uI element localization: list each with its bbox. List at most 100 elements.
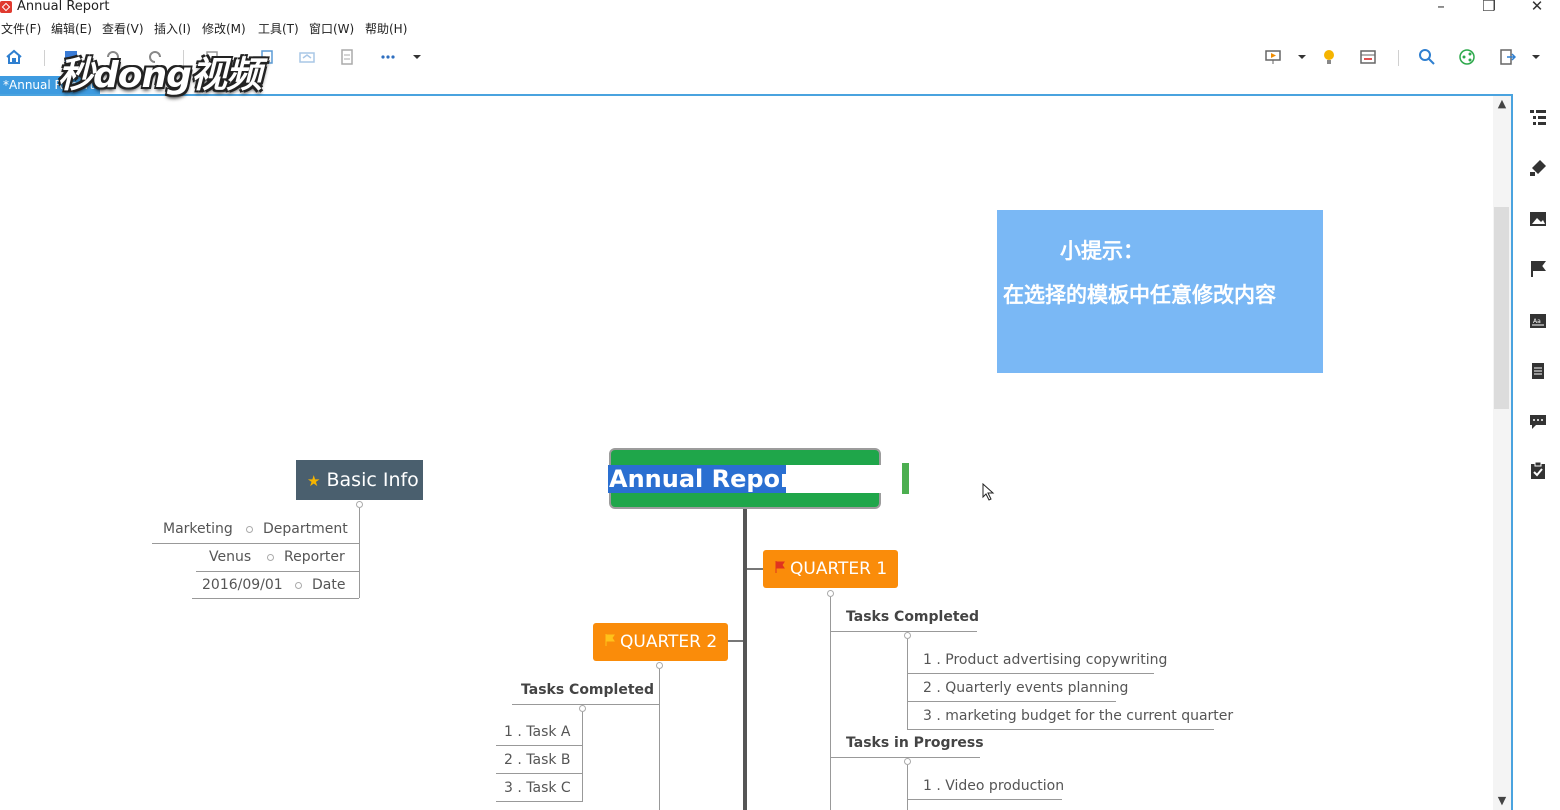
window-title: Annual Report — [17, 0, 110, 14]
quarter1-label: QUARTER 1 — [790, 559, 888, 579]
format-panel-icon[interactable] — [1528, 158, 1548, 178]
main-trunk-line — [743, 509, 747, 810]
menu-view[interactable]: 查看(V) — [102, 20, 144, 37]
scrollbar-thumb[interactable] — [1494, 207, 1509, 409]
image-panel-icon[interactable] — [1528, 209, 1548, 229]
q1-progress-heading[interactable]: Tasks in Progress — [846, 735, 984, 751]
info-underline — [196, 571, 359, 572]
menu-bar: 文件(F) 编辑(E) 查看(V) 插入(I) 修改(M) 工具(T) 窗口(W… — [0, 18, 1560, 38]
tip-body: 在选择的模板中任意修改内容 — [1003, 283, 1276, 307]
export-icon[interactable] — [1498, 48, 1516, 66]
q1-completed-heading[interactable]: Tasks Completed — [846, 609, 979, 625]
task-panel-icon[interactable] — [1528, 461, 1548, 481]
info-value-reporter: Venus — [209, 549, 252, 565]
task-underline — [907, 673, 1154, 674]
yellow-flag-icon — [605, 634, 615, 646]
q1-completed-underline — [830, 631, 977, 632]
layout-icon[interactable] — [1359, 48, 1377, 66]
connector-q1 — [747, 568, 763, 570]
toolbar-separator — [1398, 50, 1399, 66]
collapse-dot[interactable] — [827, 590, 834, 597]
q1-task-3[interactable]: 3 . marketing budget for the current qua… — [923, 708, 1233, 724]
info-dot — [267, 554, 274, 561]
quarter2-label: QUARTER 2 — [620, 632, 718, 652]
q1-progress-task-1[interactable]: 1 . Video production — [923, 778, 1064, 794]
close-button[interactable]: ✕ — [1522, 0, 1552, 16]
menu-file[interactable]: 文件(F) — [1, 20, 41, 37]
q1-task-2[interactable]: 2 . Quarterly events planning — [923, 680, 1128, 696]
marker-panel-icon[interactable] — [1528, 259, 1548, 279]
q2-completed-underline — [512, 704, 659, 705]
video-watermark: 秒dong视频 — [58, 55, 262, 96]
q2-completed-line — [582, 712, 583, 802]
notes-panel-icon[interactable] — [1528, 361, 1548, 381]
info-underline — [192, 598, 359, 599]
dropdown-icon[interactable] — [408, 48, 426, 66]
share-icon[interactable] — [298, 48, 316, 66]
presentation-icon[interactable] — [1264, 48, 1282, 66]
collapse-dot[interactable] — [656, 662, 663, 669]
vertical-scrollbar[interactable] — [1493, 96, 1511, 810]
q2-task-c[interactable]: 3 . Task C — [504, 780, 571, 796]
collapse-dot[interactable] — [904, 632, 911, 639]
q2-task-a[interactable]: 1 . Task A — [504, 724, 571, 740]
menu-tools[interactable]: 工具(T) — [258, 20, 299, 37]
toolbar-separator — [44, 50, 45, 66]
q1-task-1[interactable]: 1 . Product advertising copywriting — [923, 652, 1167, 668]
q1-progress-line — [907, 765, 908, 810]
menu-window[interactable]: 窗口(W) — [309, 20, 354, 37]
info-branch-line — [359, 508, 360, 598]
share-circle-icon[interactable] — [1458, 48, 1476, 66]
more-icon[interactable] — [379, 48, 397, 66]
q2-branch-line — [659, 669, 660, 810]
q2-task-b[interactable]: 2 . Task B — [504, 752, 571, 768]
central-topic-text[interactable]: Annual Report — [609, 465, 803, 493]
search-icon[interactable] — [1418, 48, 1436, 66]
info-label-reporter: Reporter — [284, 549, 345, 565]
q2-completed-heading[interactable]: Tasks Completed — [521, 682, 654, 698]
export-dropdown-icon[interactable] — [1527, 48, 1545, 66]
q1-branch-line — [830, 597, 831, 810]
task-underline — [496, 773, 582, 774]
info-value-date: 2016/09/01 — [202, 577, 283, 593]
app-logo-icon — [0, 1, 12, 13]
collapse-dot[interactable] — [904, 758, 911, 765]
comment-panel-icon[interactable] — [1528, 411, 1548, 431]
lightbulb-icon[interactable] — [1320, 48, 1338, 66]
info-dot — [295, 582, 302, 589]
task-underline — [907, 701, 1116, 702]
tip-title: 小提示： — [1060, 239, 1144, 263]
basic-info-label: Basic Info — [326, 469, 419, 491]
menu-help[interactable]: 帮助(H) — [365, 20, 407, 37]
outline-panel-icon[interactable] — [1528, 107, 1548, 127]
q1-completed-line — [907, 639, 908, 729]
quarter1-topic[interactable]: QUARTER 1 — [763, 550, 898, 588]
scroll-down-icon[interactable]: ▼ — [1495, 794, 1509, 808]
quarter2-topic[interactable]: QUARTER 2 — [593, 623, 728, 661]
mouse-cursor-icon — [982, 483, 995, 501]
style-panel-icon[interactable]: Aa — [1528, 311, 1548, 331]
resize-handle[interactable] — [902, 463, 909, 494]
minimize-button[interactable]: – — [1426, 0, 1456, 16]
restore-button[interactable]: ❐ — [1474, 0, 1504, 16]
menu-modify[interactable]: 修改(M) — [202, 20, 246, 37]
presentation-dropdown-icon[interactable] — [1293, 48, 1311, 66]
outline-icon[interactable] — [338, 48, 356, 66]
right-panel — [1513, 96, 1560, 810]
info-label-department: Department — [263, 521, 348, 537]
info-value-department: Marketing — [163, 521, 233, 537]
info-dot — [246, 526, 253, 533]
task-underline — [496, 801, 582, 802]
collapse-dot[interactable] — [579, 705, 586, 712]
task-underline — [907, 799, 1062, 800]
basic-info-topic[interactable]: ★ Basic Info — [296, 460, 423, 500]
connector-q2 — [728, 640, 743, 642]
svg-text:Aa: Aa — [1533, 318, 1541, 325]
collapse-dot[interactable] — [356, 501, 363, 508]
info-underline — [152, 543, 359, 544]
menu-edit[interactable]: 编辑(E) — [51, 20, 92, 37]
menu-insert[interactable]: 插入(I) — [154, 20, 191, 37]
scroll-up-icon[interactable]: ▲ — [1495, 97, 1509, 111]
home-icon[interactable] — [5, 48, 23, 66]
info-label-date: Date — [312, 577, 346, 593]
